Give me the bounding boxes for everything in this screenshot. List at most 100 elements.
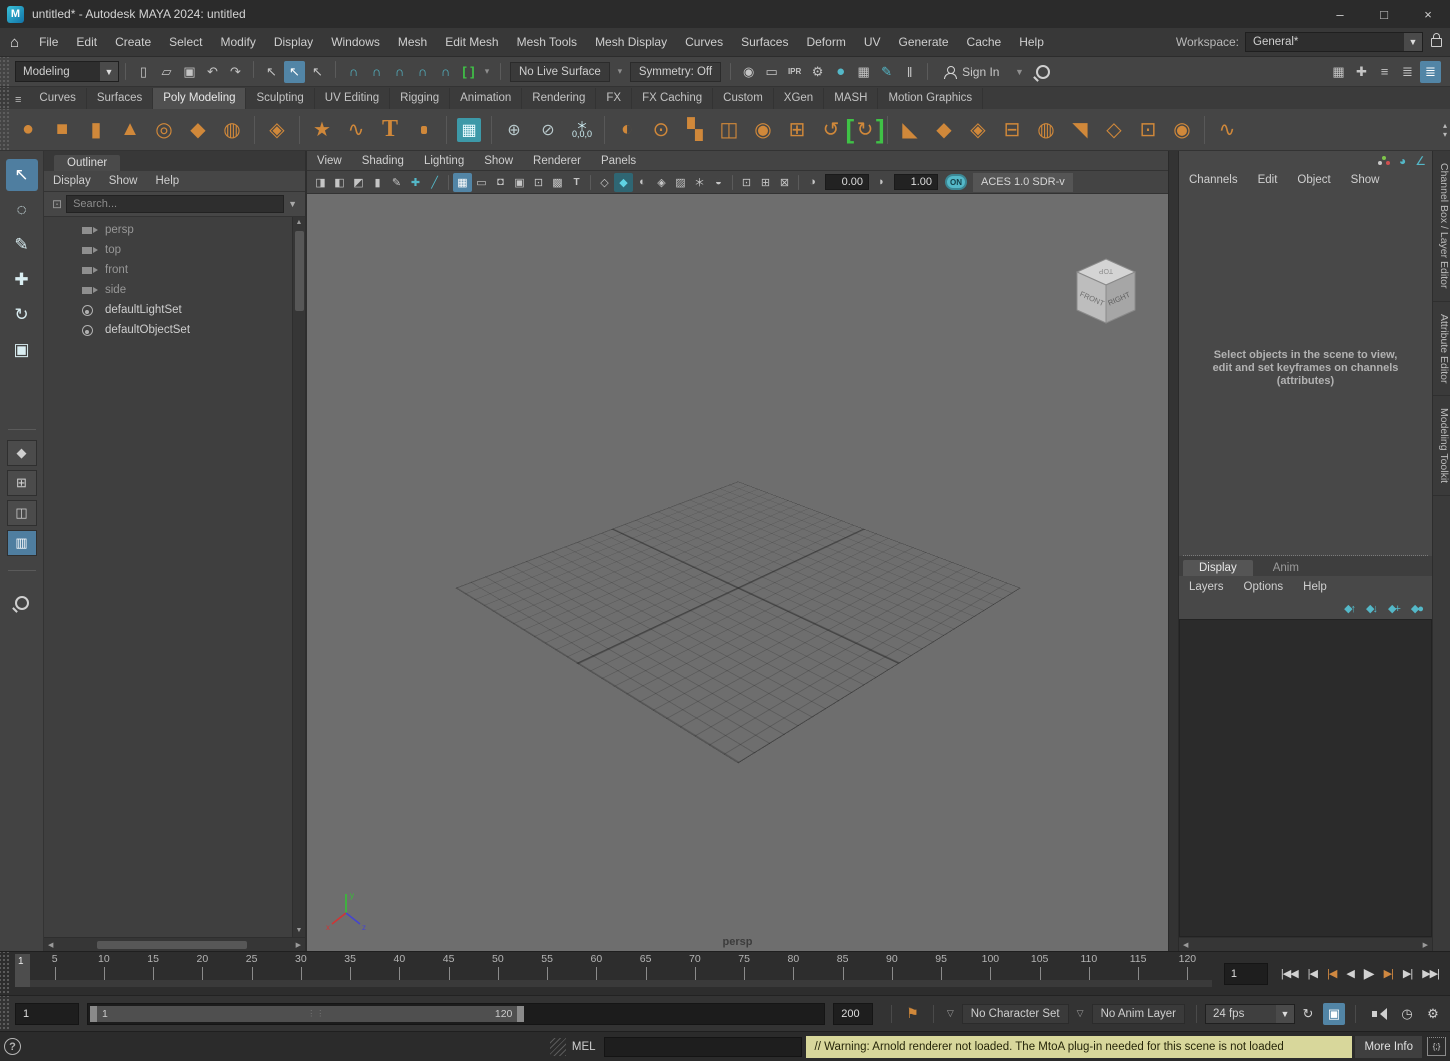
separator[interactable] xyxy=(253,61,254,78)
center-pivot-icon[interactable]: ⊕ xyxy=(499,113,530,147)
outliner-menu-item[interactable]: Show xyxy=(100,175,147,187)
timeline-tick[interactable]: 120 xyxy=(1163,952,1212,987)
move-layer-up-icon[interactable]: ◆↑ xyxy=(1344,602,1354,615)
select-object-icon[interactable]: ↖ xyxy=(284,61,305,83)
menubar-item[interactable]: Mesh Tools xyxy=(508,28,586,56)
outliner-item-defaultObjectSet[interactable]: defaultObjectSet xyxy=(44,320,292,340)
separator[interactable] xyxy=(732,175,733,190)
grip-handle[interactable] xyxy=(550,1038,566,1056)
lighting-icon[interactable]: ＊ xyxy=(690,173,709,192)
go-to-end-button[interactable]: ▶▶| xyxy=(1417,962,1444,986)
paint-select-tool-button[interactable]: ✎ xyxy=(6,229,38,261)
render-settings-icon[interactable]: ⚙ xyxy=(807,61,828,83)
sculpt-mesh-icon[interactable]: ◉ xyxy=(1167,113,1198,147)
poly-cube-icon[interactable]: ■ xyxy=(47,113,78,147)
freeze-transformations-icon[interactable]: 0,0,0 xyxy=(567,113,598,147)
scroll-left-icon[interactable]: ◀ xyxy=(44,941,57,949)
hypershade-icon[interactable]: ● xyxy=(830,61,851,83)
zoom-tool-button[interactable] xyxy=(6,587,38,619)
menubar-item[interactable]: Mesh Display xyxy=(586,28,676,56)
layer-horizontal-scrollbar[interactable]: ◀ ▶ xyxy=(1179,937,1432,951)
minimize-button[interactable]: – xyxy=(1318,0,1362,28)
menubar-item[interactable]: Windows xyxy=(322,28,389,56)
separator[interactable] xyxy=(299,116,300,144)
pose-editor-icon[interactable]: ✚ xyxy=(1351,61,1372,83)
timeline-tick[interactable]: 20 xyxy=(178,952,227,987)
timeline-tick[interactable]: 100 xyxy=(966,952,1015,987)
bevel-icon[interactable]: ◣ xyxy=(895,113,926,147)
menubar-item[interactable]: Generate xyxy=(889,28,957,56)
rotate-tool-button[interactable]: ↻ xyxy=(6,299,38,331)
menubar-item[interactable]: Modify xyxy=(211,28,264,56)
timeline-tick[interactable]: 65 xyxy=(621,952,670,987)
timeline-tick[interactable]: 105 xyxy=(1015,952,1064,987)
move-tool-button[interactable]: ✚ xyxy=(6,264,38,296)
menubar-item[interactable]: Cache xyxy=(958,28,1011,56)
play-forward-button[interactable]: ▶ xyxy=(1359,962,1379,986)
menubar-item[interactable]: Display xyxy=(265,28,322,56)
play-backwards-button[interactable]: ◀ xyxy=(1341,962,1358,986)
combine-icon[interactable]: ⊙ xyxy=(646,113,677,147)
spin-edge-forward-icon[interactable]: ↻ xyxy=(850,113,881,147)
bookmark-icon[interactable]: ▮ xyxy=(368,173,387,192)
extrude-icon[interactable]: ◈ xyxy=(963,113,994,147)
timeline-tick[interactable]: 5 xyxy=(30,952,79,987)
timeline-tick[interactable]: 30 xyxy=(276,952,325,987)
add-layer-selected-icon[interactable]: ◆+ xyxy=(1388,602,1399,615)
chevron-down-icon[interactable]: ▽ xyxy=(1077,1008,1084,1019)
chevron-down-icon[interactable]: ▼ xyxy=(1404,33,1422,51)
outliner-item-top[interactable]: top xyxy=(44,240,292,260)
menu-set-select[interactable]: Modeling ▼ xyxy=(15,61,119,82)
more-info-button[interactable]: More Info xyxy=(1355,1036,1422,1058)
snap-to-projected-center-icon[interactable]: ∩ xyxy=(412,61,433,83)
snap-options-caret[interactable]: ▾ xyxy=(481,61,493,83)
smooth-shade-mode-icon[interactable]: ◆ xyxy=(614,173,633,192)
menubar-item[interactable]: Deform xyxy=(797,28,854,56)
grid-toggle-icon[interactable]: ▦ xyxy=(453,173,472,192)
smooth-icon[interactable]: ◉ xyxy=(748,113,779,147)
layer-editor-menu-item[interactable]: Options xyxy=(1234,581,1294,593)
step-forward-frame-button[interactable]: ▶| xyxy=(1398,962,1417,986)
scroll-down-icon[interactable]: ▼ xyxy=(296,925,303,937)
timeline-tick[interactable]: 110 xyxy=(1064,952,1113,987)
chevron-down-icon[interactable]: ▼ xyxy=(1276,1005,1294,1023)
timeline-tick[interactable]: 90 xyxy=(867,952,916,987)
exposure-field[interactable] xyxy=(825,174,869,190)
time-editor-icon[interactable]: ▣ xyxy=(1323,1003,1345,1025)
timeline-tick[interactable]: 60 xyxy=(572,952,621,987)
chevron-down-icon[interactable]: ▽ xyxy=(947,1008,954,1019)
make-live-icon[interactable]: [ ] xyxy=(458,61,479,83)
scroll-left-icon[interactable]: ◀ xyxy=(1179,941,1192,949)
safe-title-icon[interactable]: T xyxy=(567,173,586,192)
lock-camera-icon[interactable]: ◧ xyxy=(330,173,349,192)
snap-pivot-icon[interactable]: ✚ xyxy=(406,173,425,192)
select-camera-icon[interactable]: ◨ xyxy=(311,173,330,192)
scroll-right-icon[interactable]: ▶ xyxy=(292,941,305,949)
modeling-toolkit-icon[interactable] xyxy=(454,113,485,147)
sign-in-button[interactable]: Sign In ▼ xyxy=(940,61,1030,83)
shelf-menu-icon[interactable]: ≡ xyxy=(11,94,29,109)
separator[interactable] xyxy=(491,116,492,144)
safe-action-icon[interactable]: ▩ xyxy=(548,173,567,192)
timeline-tick[interactable]: 80 xyxy=(769,952,818,987)
textured-mode-icon[interactable]: ◐ xyxy=(633,173,652,192)
layer-editor-menu-item[interactable]: Layers xyxy=(1179,581,1234,593)
layer-editor-menu-item[interactable]: Help xyxy=(1293,581,1337,593)
live-surface-field[interactable]: No Live Surface xyxy=(510,62,610,82)
new-scene-icon[interactable]: ▯ xyxy=(133,61,154,83)
shadows-icon[interactable]: ◒ xyxy=(709,173,728,192)
quad-draw-icon[interactable]: ∿ xyxy=(1212,113,1243,147)
resolution-gate-icon[interactable]: ◘ xyxy=(491,173,510,192)
graph-icon[interactable]: ∠ xyxy=(1415,154,1426,168)
timeline-tick[interactable]: 95 xyxy=(917,952,966,987)
timeline-tick[interactable]: 25 xyxy=(227,952,276,987)
command-input[interactable] xyxy=(604,1037,802,1057)
bridge-icon[interactable]: ◆ xyxy=(929,113,960,147)
timeline-tick[interactable]: 115 xyxy=(1114,952,1163,987)
attribute-spreadsheet-icon[interactable]: ≡ xyxy=(1374,61,1395,83)
filter-icon[interactable]: ⊡ xyxy=(52,197,62,211)
menubar-item[interactable]: File xyxy=(30,28,67,56)
timeline-ruler[interactable]: 5101520253035404550556065707580859095100… xyxy=(30,952,1212,987)
outliner-item-defaultLightSet[interactable]: defaultLightSet xyxy=(44,300,292,320)
menubar-item[interactable]: Mesh xyxy=(389,28,436,56)
